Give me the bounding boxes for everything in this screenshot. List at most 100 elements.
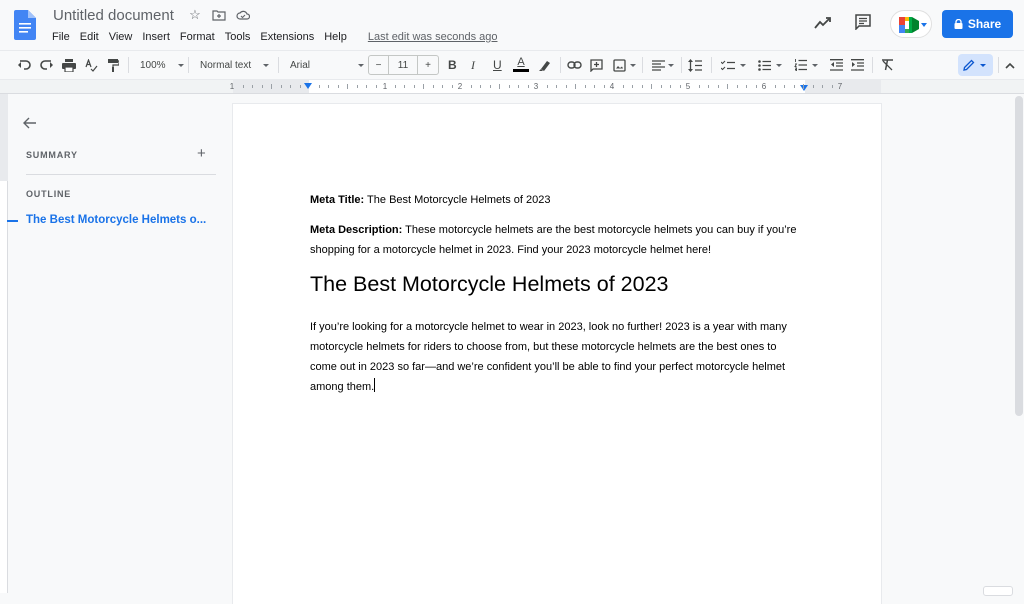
ruler-tick [660,85,662,88]
text-color-button[interactable]: A [513,56,529,74]
ruler-tick [698,85,700,88]
horizontal-ruler[interactable]: 1 1 2 3 4 5 6 7 [0,80,1024,94]
menu-format[interactable]: Format [175,30,220,44]
outline-item[interactable]: The Best Motorcycle Helmets o... [26,214,206,226]
body-paragraph: If you’re looking for a motorcycle helme… [310,317,805,397]
meet-button[interactable] [890,10,932,38]
document-outline-panel [8,94,232,593]
ruler-tick [727,84,728,89]
ruler-tick [394,85,396,88]
ruler-tick [413,85,415,88]
paragraph-style-select[interactable]: Normal text [200,56,270,74]
decrease-font-size-button[interactable]: − [369,56,389,74]
add-comment-button[interactable] [590,56,603,74]
ruler-tick [831,85,833,88]
ruler-tick [337,85,339,88]
redo-button[interactable] [40,56,54,74]
font-size-input[interactable]: 11 [389,56,418,74]
align-button[interactable] [652,56,674,74]
chevron-down-icon [358,63,364,67]
body-text: If you’re looking for a motorcycle helme… [310,321,787,393]
ruler-tick [755,85,757,88]
docs-logo-icon[interactable] [14,10,36,40]
zoom-select[interactable]: 100% [140,56,184,74]
ruler-tick [432,85,434,88]
numbered-list-button[interactable] [794,56,818,74]
chevron-down-icon [921,23,927,27]
menu-edit[interactable]: Edit [75,30,104,44]
clear-formatting-button[interactable] [881,56,894,74]
ruler-tick [594,85,595,88]
menu-view[interactable]: View [104,30,138,44]
highlight-button[interactable] [538,56,551,74]
checklist-button[interactable] [721,56,746,74]
increase-indent-button[interactable] [851,56,864,74]
font-size-stepper: − 11 + [368,55,439,75]
spellcheck-button[interactable] [85,56,98,74]
activity-trend-icon[interactable] [814,16,832,30]
decrease-indent-button[interactable] [830,56,843,74]
editing-mode-button[interactable] [958,54,993,76]
align-left-icon [652,59,665,71]
cloud-saved-icon[interactable] [236,8,250,22]
ruler-tick [774,85,776,88]
comments-icon[interactable] [855,14,871,30]
ruler-tick [622,85,624,88]
toolbar-divider [560,57,561,73]
ruler-number: 4 [609,82,615,91]
chevron-down-icon [740,63,746,67]
move-folder-icon[interactable] [212,8,226,22]
ruler-tick [366,85,367,88]
meta-title-value: The Best Motorcycle Helmets of 2023 [364,194,551,206]
link-icon [567,61,582,69]
meet-icon [899,17,919,33]
increase-font-size-button[interactable]: + [418,56,438,74]
meta-title-paragraph: Meta Title: The Best Motorcycle Helmets … [310,190,550,210]
explore-button[interactable] [983,586,1013,596]
ruler-tick [812,85,814,88]
vertical-ruler[interactable] [0,94,8,593]
toolbar-divider [642,57,643,73]
font-select[interactable]: Arial [290,56,364,74]
star-icon[interactable]: ☆ [188,8,202,22]
menu-tools[interactable]: Tools [220,30,256,44]
highlight-pen-icon [539,60,550,71]
hide-menus-button[interactable] [1005,56,1015,74]
ruler-tick [271,84,272,89]
ruler-tick [736,85,738,88]
right-indent-marker[interactable] [800,85,808,91]
chevron-up-icon [1005,62,1015,69]
document-title[interactable]: Untitled document [53,7,174,24]
scrollbar-thumb[interactable] [1015,96,1023,416]
back-arrow-icon[interactable] [22,115,38,131]
print-icon [62,58,76,72]
left-indent-marker[interactable] [304,83,312,89]
summary-heading: SUMMARY [26,150,78,160]
bulleted-list-button[interactable] [758,56,782,74]
divider [26,174,216,175]
undo-button[interactable] [17,56,31,74]
underline-button[interactable]: U [493,56,502,74]
bulleted-list-icon [758,59,771,71]
menu-extensions[interactable]: Extensions [255,30,319,44]
last-edit-link[interactable]: Last edit was seconds ago [363,30,503,44]
share-button[interactable]: Share [942,10,1013,38]
ruler-tick [518,85,519,88]
ruler-tick [347,84,348,89]
paint-format-button[interactable] [107,56,119,74]
ruler-tick [784,85,785,88]
print-button[interactable] [62,56,76,74]
menu-help[interactable]: Help [319,30,352,44]
bold-button[interactable]: B [448,56,457,74]
insert-link-button[interactable] [567,56,582,74]
menu-file[interactable]: File [47,30,75,44]
ruler-tick [242,85,244,88]
italic-button[interactable]: I [471,56,475,74]
ruler-tick [803,84,804,89]
insert-image-button[interactable] [613,56,636,74]
add-summary-button[interactable]: + [197,146,206,162]
line-spacing-button[interactable] [688,56,702,74]
ruler-tick [679,85,681,88]
menu-insert[interactable]: Insert [137,30,175,44]
spellcheck-icon [85,58,98,72]
